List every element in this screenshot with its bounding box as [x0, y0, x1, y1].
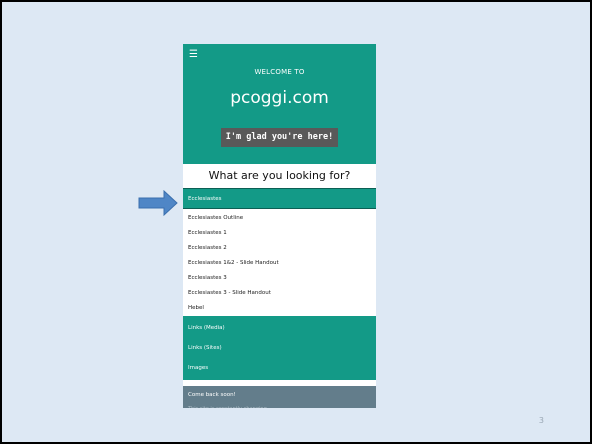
arrow-right-icon — [138, 190, 178, 216]
menu-section-ecclesiastes[interactable]: Ecclesiastes — [183, 188, 376, 209]
sub-item-slide-handout-1-2[interactable]: Ecclesiastes 1&2 - Slide Handout — [183, 256, 376, 271]
sub-item-ecclesiastes-2[interactable]: Ecclesiastes 2 — [183, 241, 376, 256]
collapsed-sections: Links (Media) Links (Sites) Images — [183, 316, 376, 380]
sub-item-slide-handout-3[interactable]: Ecclesiastes 3 - Slide Handout — [183, 286, 376, 301]
menu-section-images[interactable]: Images — [183, 358, 376, 378]
site-name: pcoggi.com — [230, 88, 329, 108]
sub-item-ecclesiastes-3[interactable]: Ecclesiastes 3 — [183, 271, 376, 286]
slide-number: 3 — [538, 416, 544, 425]
footer-subtitle: This site is constantly changing — [188, 398, 376, 408]
ecclesiastes-sub-list: Ecclesiastes Outline Ecclesiastes 1 Eccl… — [183, 209, 376, 316]
question-heading: What are you looking for? — [183, 164, 376, 188]
sub-item-ecclesiastes-1[interactable]: Ecclesiastes 1 — [183, 226, 376, 241]
hero-banner: ☰ WELCOME TO pcoggi.com I'm glad you're … — [183, 44, 376, 164]
slide: ☰ WELCOME TO pcoggi.com I'm glad you're … — [0, 0, 592, 444]
footer: Come back soon! This site is constantly … — [183, 386, 376, 408]
welcome-text: WELCOME TO — [254, 68, 305, 76]
glad-button[interactable]: I'm glad you're here! — [221, 128, 338, 147]
mobile-page: ☰ WELCOME TO pcoggi.com I'm glad you're … — [183, 44, 376, 408]
sub-item-hebel[interactable]: Hebel — [183, 301, 376, 316]
menu-section-links-media[interactable]: Links (Media) — [183, 318, 376, 338]
hamburger-icon[interactable]: ☰ — [189, 50, 198, 60]
sub-item-outline[interactable]: Ecclesiastes Outline — [183, 211, 376, 226]
menu-section-links-sites[interactable]: Links (Sites) — [183, 338, 376, 358]
footer-title: Come back soon! — [188, 392, 236, 398]
